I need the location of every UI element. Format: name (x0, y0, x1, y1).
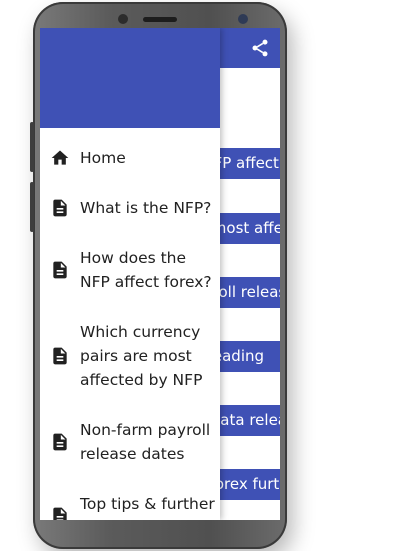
speaker-grille (143, 17, 177, 22)
phone-screen: How does the NFP affect forex? Which cur… (40, 28, 280, 520)
drawer-item-home[interactable]: Home (40, 146, 220, 170)
drawer-item-what-is-nfp[interactable]: What is the NFP? (40, 196, 220, 220)
document-icon (53, 507, 67, 520)
front-sensor (118, 14, 128, 24)
drawer-item-label: What is the NFP? (80, 199, 212, 217)
drawer-item-release-dates[interactable]: Non-farm payroll release dates (40, 418, 220, 466)
drawer-item-label: Top tips & further (80, 495, 215, 513)
drawer-item-top-tips[interactable]: Top tips & further (40, 492, 220, 520)
home-icon (51, 150, 69, 165)
volume-button (30, 182, 34, 232)
drawer-item-label: Home (80, 149, 126, 167)
drawer-header (40, 28, 220, 128)
drawer-item-currency-pairs[interactable]: Which currency pairs are most affected b… (40, 320, 220, 392)
drawer-item-nfp-affect-forex[interactable]: How does the NFP affect forex? (40, 246, 220, 294)
document-icon (53, 199, 67, 217)
drawer-item-label: Which currency pairs are most affected b… (80, 323, 203, 389)
document-icon (53, 347, 67, 365)
front-camera (238, 14, 248, 24)
navigation-drawer: Home What is the NFP? How does the NFP a… (40, 28, 220, 520)
document-icon (53, 261, 67, 279)
volume-button (30, 122, 34, 172)
drawer-item-label: How does the NFP affect forex? (80, 249, 212, 291)
document-icon (53, 433, 67, 451)
drawer-item-label: Non-farm payroll release dates (80, 421, 211, 463)
